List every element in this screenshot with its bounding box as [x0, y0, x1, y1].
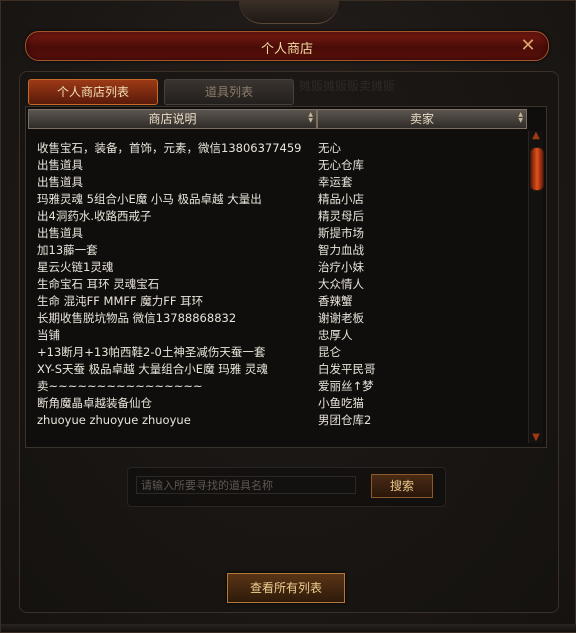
row-description: 玛雅灵魂 5组合小E魔 小马 极品卓越 大量出 — [37, 192, 262, 206]
row-description: 当铺 — [37, 328, 60, 342]
tab-shop-list[interactable]: 个人商店列表 — [28, 79, 158, 105]
row-description: 生命 混沌FF MMFF 魔力FF 耳环 — [37, 294, 204, 308]
shop-window: 个人商店 ✕ 个人商店列表 道具列表 摊贩摊贩贩卖摊贩 商店说明 ▲ ▼ 卖家 ▲… — [0, 0, 576, 633]
column-header-description[interactable]: 商店说明 ▲ ▼ — [28, 109, 317, 129]
row-seller: 智力血战 — [318, 243, 364, 257]
table-row[interactable]: 加13藤一套 智力血战 — [37, 242, 517, 259]
table-row[interactable]: 当铺 忠厚人 — [37, 327, 517, 344]
row-seller: 小鱼吃猫 — [318, 396, 364, 410]
row-seller: 香辣蟹 — [318, 294, 353, 308]
column-header-seller[interactable]: 卖家 ▲ ▼ — [317, 109, 527, 129]
row-description: +13断月+13帕西鞋2-0土神圣减伤天蚕一套 — [37, 345, 266, 359]
row-description: 生命宝石 耳环 灵魂宝石 — [37, 277, 160, 291]
row-seller: 幸运套 — [318, 175, 353, 189]
table-row[interactable]: 出售道具 斯提市场 — [37, 225, 517, 242]
row-seller: 精灵母后 — [318, 209, 364, 223]
row-seller: 无心仓库 — [318, 158, 364, 172]
window-title: 个人商店 — [260, 42, 313, 57]
row-description: 卖~~~~~~~~~~~~~~~~ — [37, 379, 203, 393]
scroll-down-icon[interactable]: ▼ — [529, 433, 543, 443]
table-row[interactable]: 生命宝石 耳环 灵魂宝石 大众情人 — [37, 276, 517, 293]
row-description: 断角魔晶卓越装备仙仓 — [37, 396, 152, 410]
row-seller: 大众情人 — [318, 277, 364, 291]
row-seller: 斯提市场 — [318, 226, 364, 240]
title-bar: 个人商店 ✕ — [25, 31, 549, 61]
row-description: 长期收售脱坑物品 微信13788868832 — [37, 311, 237, 325]
sort-icon: ▲ ▼ — [308, 111, 313, 124]
view-all-button[interactable]: 查看所有列表 — [227, 573, 345, 603]
close-icon: ✕ — [520, 35, 536, 56]
row-description: zhuoyue zhuoyue zhuoyue — [37, 413, 191, 427]
sort-icon: ▲ ▼ — [518, 111, 523, 124]
row-description: 收售宝石，装备，首饰，元素，微信13806377459 — [37, 141, 302, 155]
row-description: 加13藤一套 — [37, 243, 98, 257]
scroll-thumb[interactable] — [530, 147, 544, 191]
column-header-description-label: 商店说明 — [148, 112, 197, 126]
row-seller: 忠厚人 — [318, 328, 353, 342]
column-header-seller-label: 卖家 — [409, 112, 434, 126]
row-description: 出售道具 — [37, 158, 83, 172]
row-description: 出售道具 — [37, 226, 83, 240]
row-description: XY-S天蚕 极品卓越 大量组合小E魔 玛雅 灵魂 — [37, 362, 268, 376]
search-input[interactable] — [136, 476, 356, 494]
table-row[interactable]: 玛雅灵魂 5组合小E魔 小马 极品卓越 大量出 精品小店 — [37, 191, 517, 208]
table-row[interactable]: +13断月+13帕西鞋2-0土神圣减伤天蚕一套 昆仑 — [37, 344, 517, 361]
list-scrollbar[interactable]: ▲ ▼ — [528, 131, 544, 443]
table-row[interactable]: XY-S天蚕 极品卓越 大量组合小E魔 玛雅 灵魂 白发平民哥 — [37, 361, 517, 378]
row-seller: 无心 — [318, 141, 341, 155]
table-row[interactable]: 长期收售脱坑物品 微信13788868832 谢谢老板 — [37, 310, 517, 327]
top-ornament — [239, 1, 339, 24]
table-row[interactable]: zhuoyue zhuoyue zhuoyue 男团仓库2 — [37, 412, 517, 429]
row-seller: 昆仑 — [318, 345, 341, 359]
row-seller: 精品小店 — [318, 192, 364, 206]
row-description: 出4洞药水.收路西戒子 — [37, 209, 152, 223]
table-row[interactable]: 生命 混沌FF MMFF 魔力FF 耳环 香辣蟹 — [37, 293, 517, 310]
shop-rows: 收售宝石，装备，首饰，元素，微信13806377459 无心 出售道具 无心仓库 出… — [37, 140, 517, 429]
table-row[interactable]: 收售宝石，装备，首饰，元素，微信13806377459 无心 — [37, 140, 517, 157]
tab-item-list[interactable]: 道具列表 — [164, 79, 294, 105]
row-description: 星云火链1灵魂 — [37, 260, 114, 274]
row-seller: 男团仓库2 — [318, 413, 372, 427]
search-button[interactable]: 搜索 — [371, 474, 433, 498]
scroll-up-icon[interactable]: ▲ — [529, 131, 543, 141]
table-row[interactable]: 出4洞药水.收路西戒子 精灵母后 — [37, 208, 517, 225]
row-seller: 治疗小妹 — [318, 260, 364, 274]
table-row[interactable]: 出售道具 无心仓库 — [37, 157, 517, 174]
background-text: 摊贩摊贩贩卖摊贩 — [299, 79, 396, 93]
table-row[interactable]: 断角魔晶卓越装备仙仓 小鱼吃猫 — [37, 395, 517, 412]
row-description: 出售道具 — [37, 175, 83, 189]
row-seller: 谢谢老板 — [318, 311, 364, 325]
bottom-edge — [1, 624, 576, 632]
table-row[interactable]: 星云火链1灵魂 治疗小妹 — [37, 259, 517, 276]
row-seller: 爱丽丝↑梦 — [318, 379, 374, 393]
table-row[interactable]: 卖~~~~~~~~~~~~~~~~ 爱丽丝↑梦 — [37, 378, 517, 395]
close-button[interactable]: ✕ — [518, 36, 538, 56]
row-seller: 白发平民哥 — [318, 362, 376, 376]
table-row[interactable]: 出售道具 幸运套 — [37, 174, 517, 191]
